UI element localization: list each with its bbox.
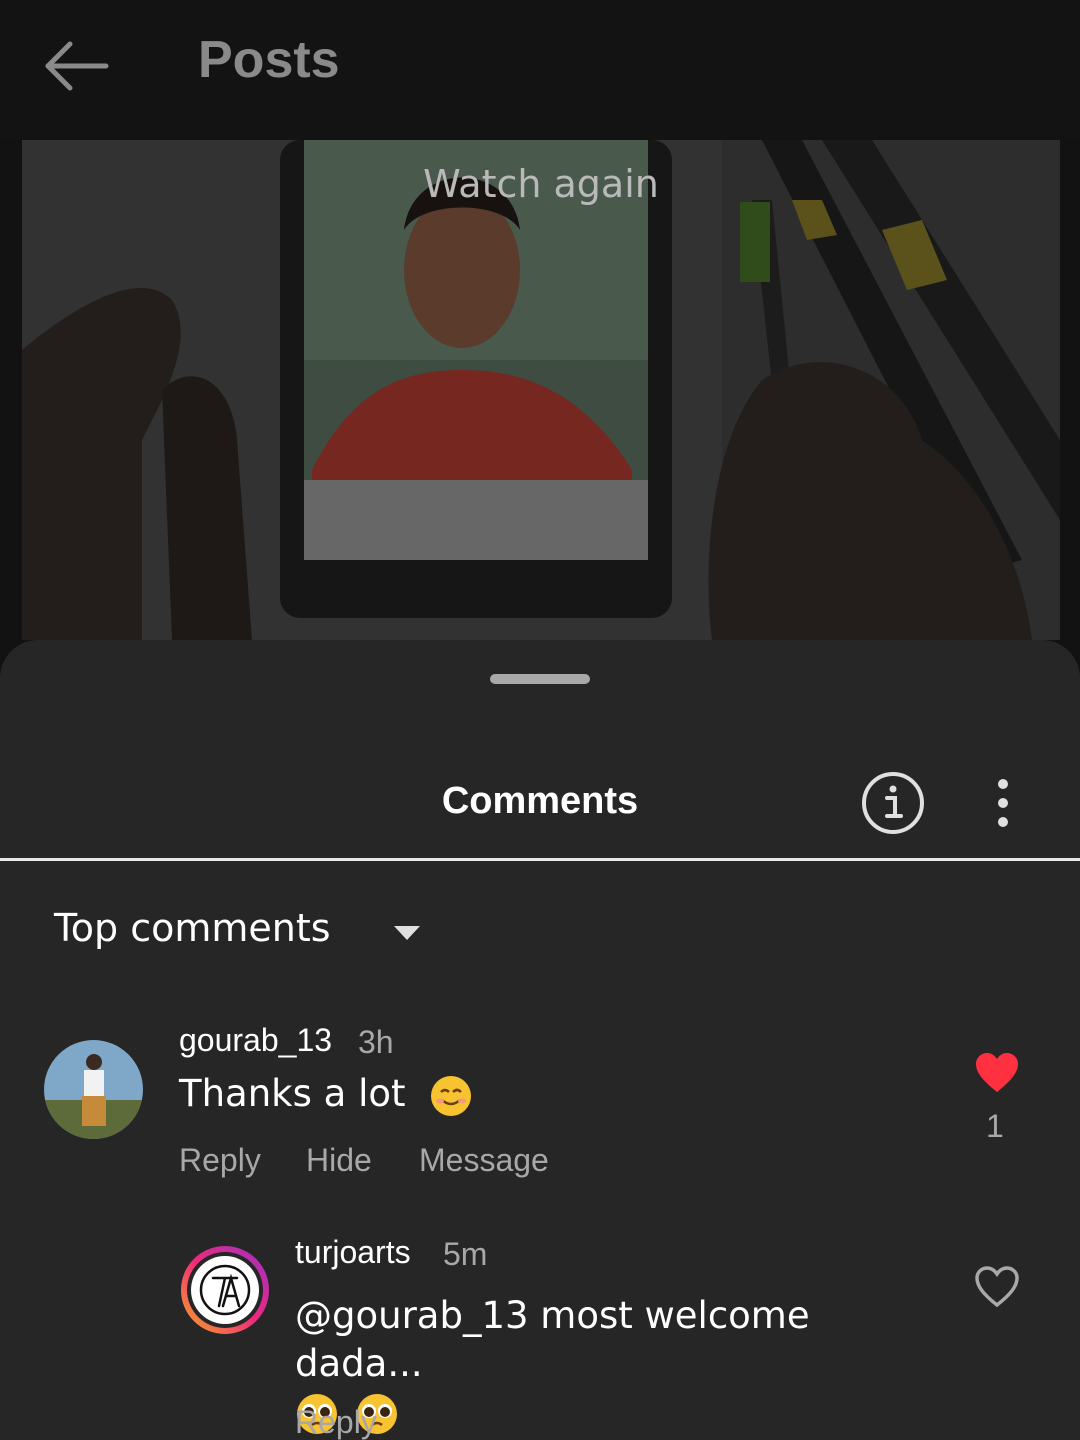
mention-link[interactable]: @gourab_13 bbox=[295, 1294, 529, 1337]
avatar[interactable] bbox=[179, 1244, 271, 1336]
heart-filled-icon bbox=[976, 1053, 1018, 1092]
like-count: 1 bbox=[986, 1108, 1004, 1144]
sort-label: Top comments bbox=[54, 906, 331, 950]
like-button[interactable] bbox=[974, 1266, 1020, 1308]
info-icon bbox=[862, 772, 924, 834]
reply-button[interactable]: Reply bbox=[295, 1404, 377, 1440]
hide-button[interactable]: Hide bbox=[306, 1142, 372, 1179]
reply-time: 5m bbox=[443, 1236, 488, 1272]
comment-time: 3h bbox=[358, 1024, 394, 1060]
arrow-left-icon bbox=[45, 41, 109, 91]
comment-item: gourab_13 3h Thanks a lot Reply Hide Mes… bbox=[0, 1020, 1080, 1190]
user-avatar-image bbox=[44, 1040, 143, 1139]
more-vertical-icon bbox=[998, 779, 1008, 827]
top-bar: Posts bbox=[0, 0, 1080, 140]
info-button[interactable] bbox=[860, 770, 926, 836]
reply-button[interactable]: Reply bbox=[179, 1142, 261, 1179]
like-button[interactable] bbox=[974, 1052, 1020, 1094]
turjoarts-logo-avatar bbox=[181, 1246, 269, 1334]
drag-handle[interactable] bbox=[490, 674, 590, 684]
sort-dropdown[interactable]: Top comments bbox=[54, 906, 434, 958]
caret-down-icon bbox=[394, 926, 420, 940]
header-divider bbox=[0, 858, 1080, 861]
comment-text: Thanks a lot bbox=[179, 1072, 473, 1118]
back-button[interactable] bbox=[40, 38, 114, 94]
reply-username[interactable]: turjoarts bbox=[295, 1234, 411, 1271]
reply-item: turjoarts 5m @gourab_13 most welcome dad… bbox=[0, 1234, 1080, 1440]
watch-again-label[interactable]: Watch again bbox=[22, 162, 1060, 206]
avatar[interactable] bbox=[44, 1040, 143, 1139]
video-dim-overlay bbox=[22, 140, 1060, 640]
message-button[interactable]: Message bbox=[419, 1142, 549, 1179]
smiling-face-icon bbox=[431, 1075, 472, 1116]
comment-body: Thanks a lot bbox=[179, 1072, 406, 1115]
comment-username[interactable]: gourab_13 bbox=[179, 1022, 332, 1059]
comments-sheet: Comments Top comments gourab_13 3h Thank… bbox=[0, 640, 1080, 1440]
video-player[interactable]: Watch again bbox=[22, 140, 1060, 640]
heart-outline-icon bbox=[975, 1266, 1019, 1308]
reply-text: @gourab_13 most welcome dada... bbox=[295, 1292, 935, 1436]
more-options-button[interactable] bbox=[986, 778, 1020, 828]
page-title: Posts bbox=[198, 31, 340, 89]
